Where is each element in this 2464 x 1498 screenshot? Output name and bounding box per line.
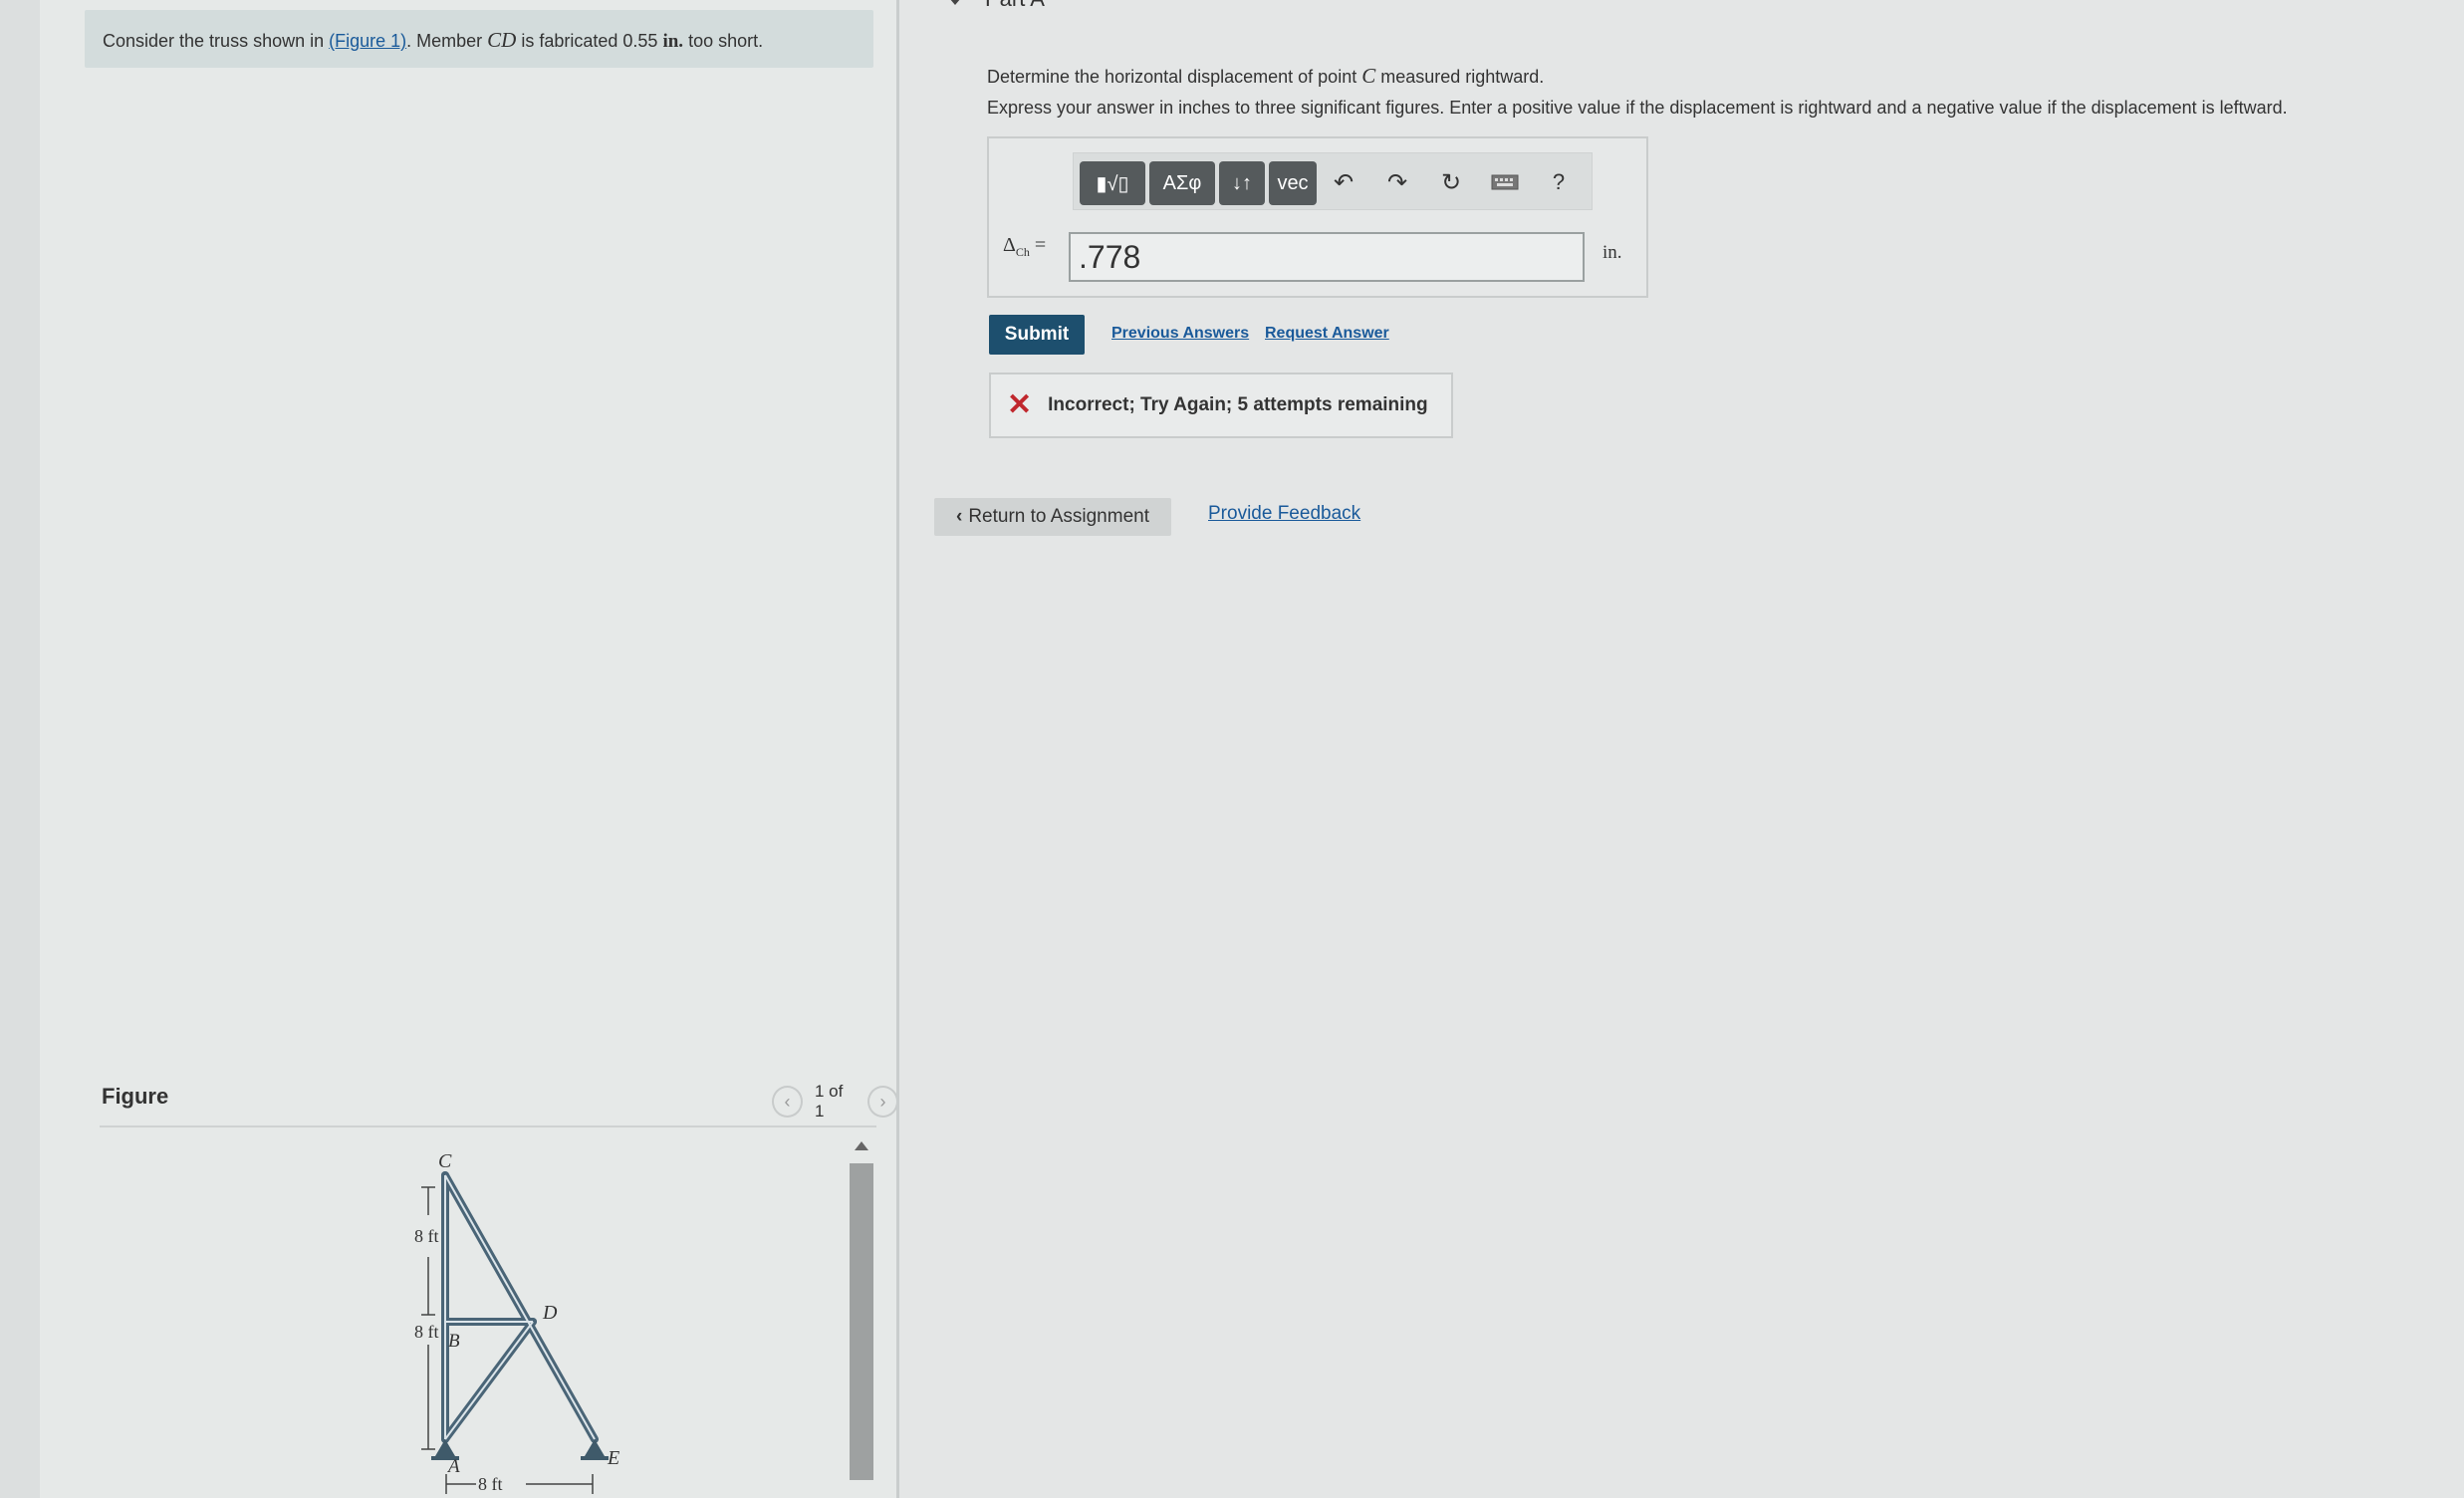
- vector-button[interactable]: vec: [1269, 161, 1317, 205]
- arrows-button[interactable]: ↓↑: [1219, 161, 1265, 205]
- dim-bottom-label: 8 ft: [478, 1474, 503, 1494]
- figure-pager: ‹ 1 of 1 ›: [772, 1082, 899, 1121]
- answer-instructions: Express your answer in inches to three s…: [987, 98, 2288, 118]
- figure-title: Figure: [102, 1084, 169, 1109]
- support-a: [435, 1439, 455, 1456]
- collapse-caret-icon[interactable]: [949, 0, 961, 5]
- answer-variable-label: ΔCh =: [1003, 234, 1047, 259]
- feedback-text: Incorrect; Try Again; 5 attempts remaini…: [1048, 394, 1428, 415]
- redo-icon[interactable]: ↷: [1382, 167, 1412, 197]
- node-b-label: B: [448, 1331, 460, 1352]
- chevron-right-icon: ›: [879, 1091, 886, 1112]
- return-to-assignment-button[interactable]: ‹ Return to Assignment: [934, 498, 1171, 536]
- scroll-thumb[interactable]: [850, 1163, 873, 1480]
- figure-divider: [100, 1125, 876, 1127]
- keyboard-icon[interactable]: [1490, 167, 1520, 197]
- undo-icon[interactable]: ↶: [1329, 167, 1358, 197]
- greek-symbols-button[interactable]: ΑΣφ: [1149, 161, 1215, 205]
- node-c-label: C: [438, 1150, 452, 1172]
- part-title[interactable]: Part A: [985, 0, 1045, 12]
- scroll-up-icon[interactable]: [855, 1141, 868, 1150]
- submit-button[interactable]: Submit: [989, 315, 1085, 355]
- figure-scrollbar[interactable]: [848, 1135, 875, 1498]
- truss-figure: C D B A E 8 ft 8 ft 8 ft: [414, 1150, 619, 1494]
- problem-text: Consider the truss shown in (Figure 1). …: [103, 28, 764, 52]
- member-cd: CD: [487, 28, 517, 52]
- answer-box: ▮√▯ ΑΣφ ↓↑ vec ↶ ↷ ↻ ? ΔCh = .778 in.: [987, 136, 1648, 298]
- node-a-label: A: [446, 1456, 460, 1477]
- figure-link[interactable]: (Figure 1): [329, 31, 406, 51]
- request-answer-link[interactable]: Request Answer: [1265, 325, 1389, 343]
- chevron-left-icon: ‹: [956, 506, 963, 527]
- reset-icon[interactable]: ↻: [1436, 167, 1466, 197]
- next-figure-button[interactable]: ›: [867, 1086, 899, 1118]
- answer-unit: in.: [1602, 242, 1622, 263]
- dim-upper-label: 8 ft: [414, 1226, 439, 1246]
- node-d-label: D: [542, 1302, 558, 1324]
- support-e: [585, 1439, 605, 1456]
- truss-members-highlight: [444, 1174, 596, 1440]
- error-x-icon: ✕: [1007, 388, 1033, 421]
- figure-page-count: 1 of 1: [815, 1082, 844, 1121]
- chevron-left-icon: ‹: [784, 1091, 791, 1112]
- node-e-label: E: [607, 1447, 619, 1469]
- feedback-message: ✕ Incorrect; Try Again; 5 attempts remai…: [989, 373, 1453, 438]
- help-icon[interactable]: ?: [1544, 167, 1574, 197]
- problem-pane: Consider the truss shown in (Figure 1). …: [40, 0, 899, 1498]
- answer-input[interactable]: .778: [1069, 232, 1585, 282]
- question-pane: Part A Determine the horizontal displace…: [899, 0, 2464, 1498]
- question-text: Determine the horizontal displacement of…: [987, 64, 1545, 88]
- dim-lower-label: 8 ft: [414, 1322, 439, 1342]
- math-toolbar: ▮√▯ ΑΣφ ↓↑ vec ↶ ↷ ↻ ?: [1073, 152, 1593, 210]
- problem-statement: Consider the truss shown in (Figure 1). …: [85, 10, 873, 68]
- prev-figure-button[interactable]: ‹: [772, 1086, 803, 1118]
- previous-answers-link[interactable]: Previous Answers: [1111, 325, 1249, 343]
- provide-feedback-link[interactable]: Provide Feedback: [1208, 503, 1360, 525]
- templates-button[interactable]: ▮√▯: [1080, 161, 1145, 205]
